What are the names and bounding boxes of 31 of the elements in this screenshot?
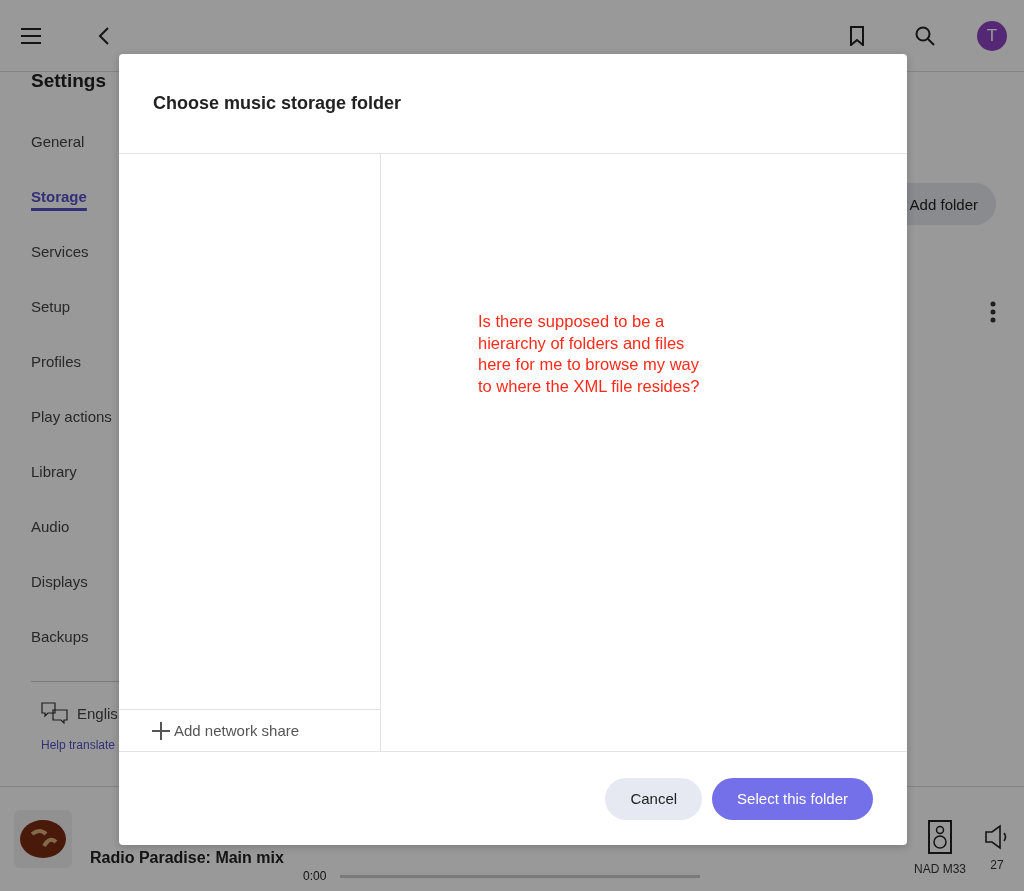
sidebar-item[interactable]: Library	[31, 463, 77, 518]
user-avatar[interactable]: T	[977, 20, 1007, 51]
sidebar-item[interactable]: Storage	[31, 188, 87, 243]
sidebar-item[interactable]: Setup	[31, 298, 71, 353]
select-folder-button[interactable]: Select this folder	[712, 777, 873, 820]
sidebar-item[interactable]: Services	[31, 243, 89, 298]
more-options-icon[interactable]	[990, 301, 996, 323]
sidebar-item[interactable]: General	[31, 133, 85, 188]
bookmark-icon[interactable]	[849, 25, 865, 46]
language-label[interactable]: Englis	[77, 704, 118, 722]
sidebar-item[interactable]: Audio	[31, 518, 70, 573]
back-icon[interactable]	[98, 26, 110, 45]
cancel-button[interactable]: Cancel	[605, 777, 703, 820]
add-network-share-button[interactable]: Add network share	[119, 709, 380, 751]
device-name: NAD M33	[914, 862, 966, 876]
sidebar-item[interactable]: Play actions	[31, 408, 112, 463]
sidebar-item[interactable]: Displays	[31, 573, 88, 628]
track-title: Radio Paradise: Main mix	[90, 849, 285, 867]
dialog-title: Choose music storage folder	[153, 93, 402, 114]
search-icon[interactable]	[915, 25, 935, 46]
sidebar-item[interactable]: Profiles	[31, 353, 82, 408]
volume-level: 27	[990, 858, 1004, 872]
menu-icon[interactable]	[20, 26, 42, 45]
help-translate-link[interactable]: Help translate	[41, 738, 116, 752]
settings-title: Settings	[31, 70, 106, 92]
speaker-icon[interactable]	[928, 820, 952, 854]
sidebar-item[interactable]: Backups	[31, 628, 89, 683]
translate-icon	[41, 702, 69, 724]
annotation-text: Is there supposed to be a hierarchy of folders and files here for me to browse my way to where the XML file resides?	[478, 311, 701, 397]
plus-icon	[152, 721, 170, 740]
elapsed-time: 0:00	[303, 869, 327, 883]
